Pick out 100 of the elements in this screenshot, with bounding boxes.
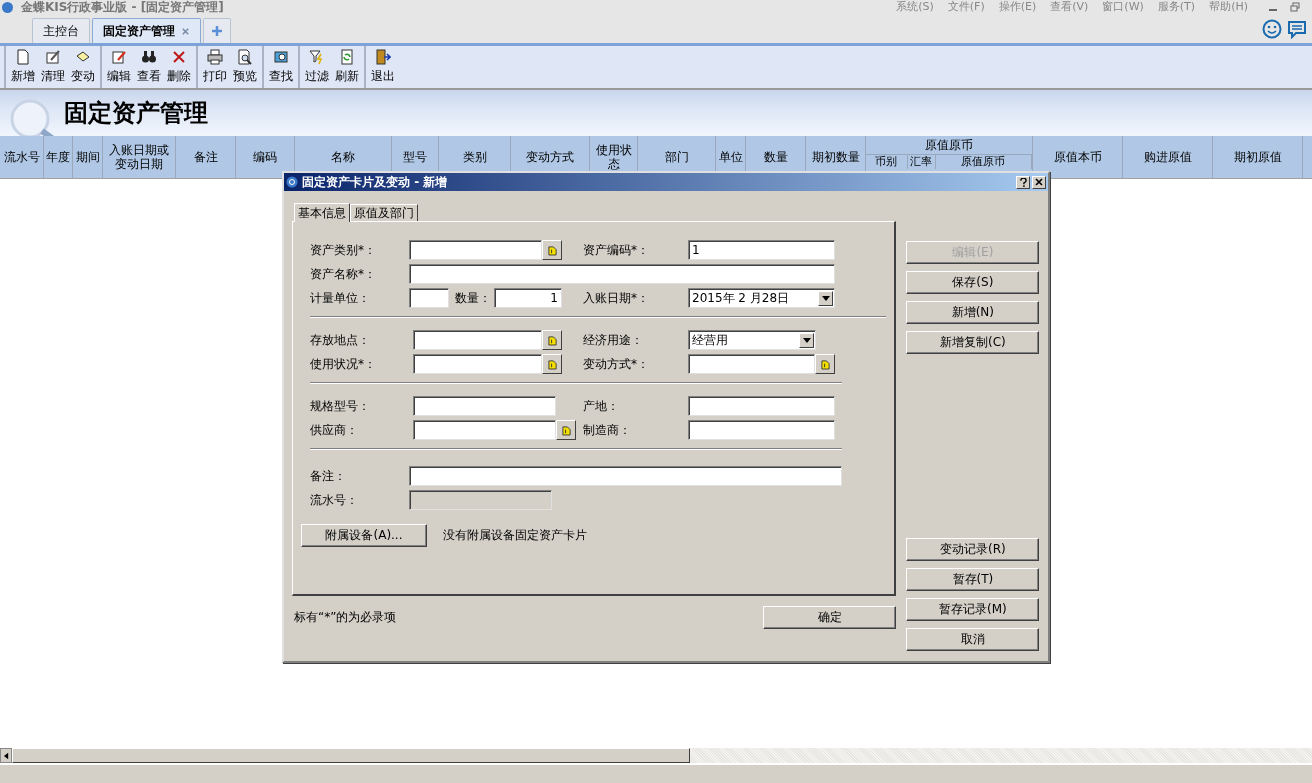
input-field[interactable]: 1 [494,288,562,308]
input-field[interactable] [413,354,542,374]
ok-button[interactable]: 确定 [763,606,897,629]
refresh-icon [339,49,355,65]
dropdown[interactable]: 经营用 [688,330,816,350]
toolbar-button[interactable]: 查看 [134,46,164,88]
field-label: 经济用途： [583,331,644,349]
toolbar-button[interactable]: 清理 [38,46,68,88]
toolbar-button[interactable]: 打印 [200,46,230,88]
document-icon [547,334,557,346]
field-label: 资产名称*： [310,265,377,283]
message-icon[interactable] [1287,19,1307,39]
toolbar-button[interactable]: 预览 [230,46,260,88]
dropdown-arrow-icon [802,337,811,343]
toolbar-button[interactable]: 过滤 [302,46,332,88]
lookup-button[interactable] [542,330,562,350]
help-button[interactable] [1016,175,1030,189]
toolbar-button[interactable]: 删除 [164,46,194,88]
document-icon [547,358,557,370]
brush-icon [45,49,61,65]
input-field[interactable] [413,396,556,416]
tab[interactable]: 基本信息 [294,203,350,222]
input-field[interactable] [688,396,835,416]
close-button[interactable] [1032,175,1046,189]
input-field[interactable] [413,420,556,440]
field-label: 入账日期*： [583,289,650,307]
input-field[interactable] [409,466,842,486]
field-label: 使用状况*： [310,355,377,373]
toolbar-button[interactable]: 刷新 [332,46,362,88]
toolbar-button[interactable]: 新增 [8,46,38,88]
column-header: 期间 [74,150,101,164]
field-label: 制造商： [583,421,632,439]
field-label: 供应商： [310,421,359,439]
printer-icon [207,49,223,65]
scroll-left-button[interactable] [0,748,12,763]
column-header: 名称 [330,150,356,164]
document-icon [820,358,830,370]
input-field[interactable] [409,264,835,284]
column-header: 单位 [717,150,744,164]
restore-icon[interactable] [1290,2,1300,12]
question-icon [1019,177,1027,187]
scrollbar-thumb[interactable] [12,748,690,763]
field-label: 计量单位： [310,289,371,307]
toolbar-button[interactable]: 编辑 [104,46,134,88]
action-button[interactable]: 暂存记录(M) [906,598,1040,621]
column-header: 入账日期或变动日期 [108,143,170,171]
lookup-button[interactable] [542,354,562,374]
column-header: 使用状态 [594,143,633,171]
tab[interactable]: 主控台 [32,18,90,43]
action-button[interactable]: 新增(N) [906,301,1040,324]
toolbar-button[interactable]: 查找 [266,46,296,88]
field-label: 数量： [455,289,491,307]
field-label: 规格型号： [310,397,371,415]
toolbar-button[interactable]: 变动 [68,46,98,88]
column-header: 流水号 [2,150,41,164]
find-icon [273,49,289,65]
field-label: 资产编码*： [583,241,650,259]
input-field[interactable] [688,420,835,440]
column-header: 汇率 [907,155,936,169]
column-header: 类别 [461,150,488,164]
window-title: 金蝶KIS行政事业版 - [固定资产管理] [21,0,224,14]
attachment-button[interactable]: 附属设备(A)... [301,524,427,547]
input-field[interactable] [409,288,449,308]
input-field[interactable] [413,330,542,350]
dropdown[interactable]: 2015年 2 月28日 [688,288,835,308]
close-icon [1035,178,1043,186]
lookup-button[interactable] [556,420,576,440]
document-icon [561,424,571,436]
action-button[interactable]: 保存(S) [906,271,1040,294]
add-tab-button[interactable] [203,18,231,43]
field-label: 存放地点： [310,331,371,349]
column-header: 变动方式 [525,150,575,164]
field-label: 流水号： [310,491,359,509]
lookup-button[interactable] [542,240,562,260]
lookup-button[interactable] [815,354,835,374]
input-field[interactable]: 1 [688,240,835,260]
field-label: 变动方式*： [583,355,650,373]
preview-icon [237,49,253,65]
attachment-note: 没有附属设备固定资产卡片 [443,527,587,544]
left-arrow-icon [3,751,9,760]
plus-icon [211,25,223,37]
close-icon[interactable] [181,26,190,36]
cancel-button[interactable]: 取消 [906,628,1040,651]
column-header: 币别 [866,155,908,169]
input-field[interactable] [409,240,542,260]
action-button[interactable]: 暂存(T) [906,568,1040,591]
page-icon [15,49,31,65]
tab[interactable]: 固定资产管理 [92,18,201,43]
binoculars-icon [141,49,157,65]
page-title: 固定资产管理 [64,97,208,129]
action-button[interactable]: 新增复制(C) [906,331,1040,354]
column-header: 原值原币 [866,136,1032,155]
action-button[interactable]: 变动记录(R) [906,538,1040,561]
input-field[interactable] [688,354,815,374]
field-label: 产地： [583,397,620,415]
smiley-icon[interactable] [1262,19,1282,39]
column-header: 期初数量 [810,150,861,164]
toolbar-button[interactable]: 退出 [368,46,398,88]
column-header: 数量 [762,150,789,164]
tab[interactable]: 原值及部门 [350,204,418,221]
